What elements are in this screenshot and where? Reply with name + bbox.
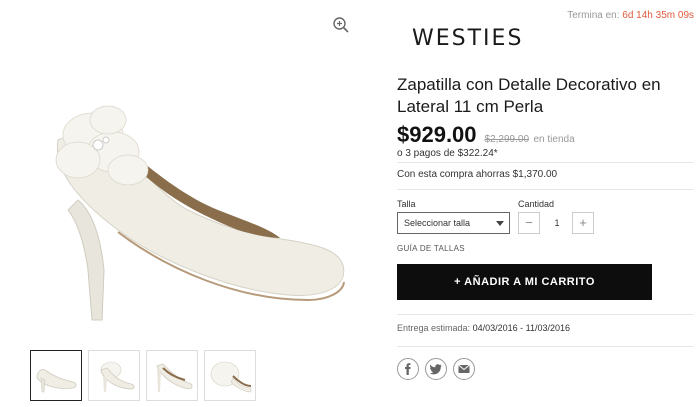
quantity-label: Cantidad bbox=[518, 199, 555, 209]
email-icon bbox=[458, 364, 470, 373]
divider bbox=[397, 162, 693, 163]
size-select-value: Seleccionar talla bbox=[404, 218, 471, 228]
product-title: Zapatilla con Detalle Decorativo en Late… bbox=[397, 75, 661, 116]
size-guide-link[interactable]: GUÍA DE TALLAS bbox=[397, 244, 465, 253]
shoe-thumb-image bbox=[100, 361, 135, 392]
twitter-icon bbox=[430, 364, 442, 375]
installments-text: o 3 pagos de $322.24* bbox=[397, 148, 498, 159]
shoe-thumb-image bbox=[210, 361, 252, 392]
savings-text: Con esta compra ahorras $1,370.00 bbox=[397, 169, 558, 180]
quantity-increase-button[interactable]: + bbox=[572, 212, 594, 234]
size-select[interactable]: Seleccionar talla bbox=[397, 212, 510, 234]
shoe-thumb-image bbox=[36, 368, 77, 392]
zoom-icon[interactable] bbox=[332, 16, 350, 34]
timer-label: Termina en: bbox=[567, 10, 620, 21]
product-gallery bbox=[0, 0, 370, 407]
price-row: $929.00 $2,299.00 en tienda bbox=[397, 122, 575, 148]
share-twitter-button[interactable] bbox=[425, 358, 447, 380]
quantity-decrease-button[interactable]: − bbox=[518, 212, 540, 234]
divider bbox=[397, 189, 693, 190]
delivery-label: Entrega estimada: bbox=[397, 323, 471, 333]
share-facebook-button[interactable] bbox=[397, 358, 419, 380]
divider bbox=[397, 314, 693, 315]
social-share bbox=[397, 358, 475, 380]
quantity-value[interactable]: 1 bbox=[545, 212, 569, 234]
share-email-button[interactable] bbox=[453, 358, 475, 380]
thumbnail-4[interactable] bbox=[204, 350, 256, 401]
add-to-cart-button[interactable]: + AÑADIR A MI CARRITO bbox=[397, 264, 652, 300]
original-price: $2,299.00 bbox=[484, 134, 530, 145]
shoe-thumb-image bbox=[156, 363, 193, 392]
delivery-dates: 04/03/2016 - 11/03/2016 bbox=[472, 323, 570, 333]
facebook-icon bbox=[405, 363, 411, 375]
thumbnail-1[interactable] bbox=[30, 350, 82, 401]
brand-logo[interactable]: WESTIES bbox=[412, 26, 523, 51]
estimated-delivery: Entrega estimada: 04/03/2016 - 11/03/201… bbox=[397, 323, 570, 333]
thumbnail-2[interactable] bbox=[88, 350, 140, 401]
divider bbox=[397, 346, 693, 347]
chevron-down-icon bbox=[496, 221, 504, 226]
thumbnail-3[interactable] bbox=[146, 350, 198, 401]
product-main-image[interactable] bbox=[18, 60, 358, 335]
original-price-suffix: en tienda bbox=[533, 134, 575, 145]
timer-countdown: 6d 14h 35m 09s bbox=[622, 10, 694, 21]
current-price: $929.00 bbox=[397, 122, 477, 147]
sale-timer: Termina en: 6d 14h 35m 09s bbox=[567, 10, 694, 21]
size-label: Talla bbox=[397, 199, 416, 209]
thumbnail-strip bbox=[30, 350, 256, 401]
